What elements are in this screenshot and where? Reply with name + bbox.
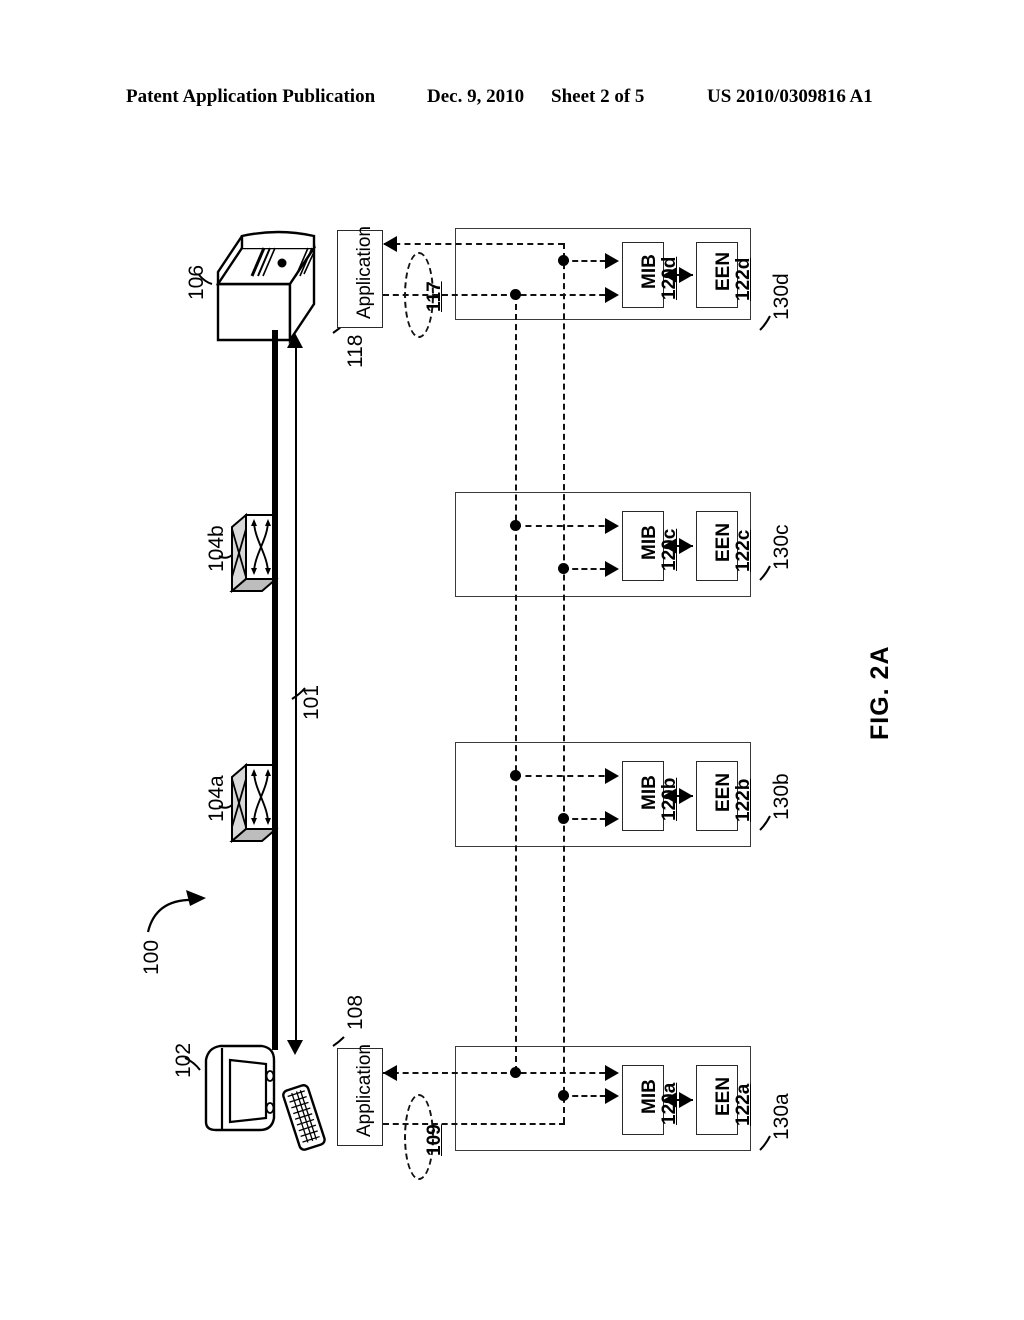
bus-junction-dot-130b-upper	[510, 770, 521, 781]
ref-130d: 130d	[770, 273, 793, 320]
header-patent-number: US 2010/0309816 A1	[707, 86, 873, 107]
mib-een-arrow-left-130b	[663, 788, 677, 804]
traffic-arrow-up	[287, 333, 303, 348]
node-block-130a: MIB 120a EEN 122a	[455, 1046, 754, 1151]
bus-a-branch-arrow-130c	[605, 518, 619, 534]
forward-arrow-130d	[605, 287, 619, 303]
bus-a-branch-130b	[515, 775, 615, 777]
mib-box-130d: MIB 120d	[622, 242, 680, 308]
mib-een-arrow-left-130a	[663, 1092, 677, 1108]
computer-workstation-icon	[204, 1044, 326, 1151]
return-arrow-130a	[383, 1065, 397, 1081]
system-ref-leader	[146, 890, 206, 933]
bus-b-branch-arrow-130b	[605, 811, 619, 827]
application-label-108: Application	[354, 1044, 375, 1137]
signal-bus-b	[563, 243, 565, 1123]
header-sheet-text: Sheet 2 of 5	[551, 86, 645, 107]
mib-label-130c: MIB	[639, 525, 660, 560]
een-label-130c: EEN	[713, 522, 734, 562]
ref-130a: 130a	[770, 1093, 793, 1140]
bus-b-branch-arrow-130c	[605, 561, 619, 577]
een-label-130d: EEN	[713, 251, 734, 291]
ref-130b: 130b	[770, 773, 793, 820]
mib-een-arrow-right-130b	[679, 788, 693, 804]
application-box-118: Application	[337, 226, 383, 328]
application-box-108: Application	[337, 1044, 383, 1146]
bus-junction-dot-130c-lower	[558, 563, 569, 574]
callout-num-109: 109	[424, 1124, 445, 1156]
ref-108: 108	[344, 994, 367, 1030]
ref-118: 118	[344, 334, 367, 368]
return-arrow-130d	[383, 236, 397, 252]
bus-junction-dot-130a-upper	[510, 1067, 521, 1078]
node-block-130c: MIB 120c EEN 122c	[455, 492, 754, 597]
een-num-130c: 122c	[733, 529, 754, 572]
header-date-text: Dec. 9, 2010	[427, 86, 525, 107]
ref-100: 100	[140, 939, 163, 975]
een-num-130d: 122d	[733, 257, 754, 301]
mib-box-130c: MIB 120c	[622, 511, 680, 581]
leader-130a	[759, 1135, 771, 1151]
leader-130b	[759, 815, 771, 831]
ref-104a: 104a	[205, 775, 228, 822]
bus-junction-dot-130c-upper	[510, 520, 521, 531]
ref-102: 102	[172, 1042, 195, 1078]
mib-box-130b: MIB 120b	[622, 761, 680, 831]
een-num-130b: 122b	[733, 778, 754, 822]
een-box-130b: EEN 122b	[696, 761, 754, 831]
node-block-130d: MIB 120d EEN 122d	[455, 228, 754, 320]
ref-106: 106	[185, 264, 208, 300]
bus-junction-dot-130d-forward	[510, 289, 521, 300]
network-switch-icon-lower	[229, 762, 279, 844]
een-box-130a: EEN 122a	[696, 1065, 754, 1135]
traffic-arrow-down	[287, 1040, 303, 1055]
mib-een-arrow-left-130d	[663, 267, 677, 283]
een-label-130a: EEN	[713, 1076, 734, 1116]
leader-130d	[759, 315, 771, 331]
forward-path-130d	[383, 294, 615, 296]
mib-een-arrow-right-130d	[679, 267, 693, 283]
return-path-130d	[384, 243, 564, 245]
leader-130c	[759, 565, 771, 581]
path-130a-lower-left	[383, 1123, 565, 1125]
een-num-130a: 122a	[733, 1083, 754, 1126]
een-label-130b: EEN	[713, 772, 734, 812]
bus-b-branch-arrow-130d	[605, 253, 619, 269]
server-icon	[215, 230, 317, 344]
mib-een-arrow-right-130c	[679, 538, 693, 554]
bus-a-branch-130c	[515, 525, 615, 527]
header-publication-text: Patent Application Publication	[126, 86, 376, 107]
publication-header: Patent Application Publication Dec. 9, 2…	[0, 86, 1024, 116]
network-switch-icon-upper	[229, 512, 279, 594]
signal-bus-a	[515, 294, 517, 1072]
ref-101: 101	[300, 684, 323, 720]
mib-label-130d: MIB	[639, 254, 660, 289]
forward-arrow-130a-lower	[605, 1088, 619, 1104]
traffic-direction-line	[295, 345, 297, 1050]
bus-junction-dot-130d-upper	[558, 255, 569, 266]
een-box-130c: EEN 122c	[696, 511, 754, 581]
figure-label: FIG. 2A	[866, 645, 894, 740]
een-box-130d: EEN 122d	[696, 242, 754, 308]
network-backbone-link	[272, 330, 278, 1050]
patent-figure-page: Patent Application Publication Dec. 9, 2…	[0, 0, 1024, 1320]
ref-130c: 130c	[770, 524, 793, 570]
callout-num-117: 117	[424, 281, 445, 312]
mib-een-arrow-left-130c	[663, 538, 677, 554]
mib-label-130a: MIB	[639, 1079, 660, 1114]
application-label-118: Application	[354, 226, 375, 319]
leader-108	[332, 1036, 345, 1047]
bus-junction-dot-130a-lower	[558, 1090, 569, 1101]
node-block-130b: MIB 120b EEN 122b	[455, 742, 754, 847]
bus-a-branch-arrow-130b	[605, 768, 619, 784]
forward-arrow-130a-upper	[605, 1065, 619, 1081]
bus-junction-dot-130b-lower	[558, 813, 569, 824]
mib-label-130b: MIB	[639, 775, 660, 810]
mib-een-arrow-right-130a	[679, 1092, 693, 1108]
mib-box-130a: MIB 120a	[622, 1065, 680, 1135]
ref-104b: 104b	[205, 525, 228, 572]
path-130a-upper	[383, 1072, 615, 1074]
